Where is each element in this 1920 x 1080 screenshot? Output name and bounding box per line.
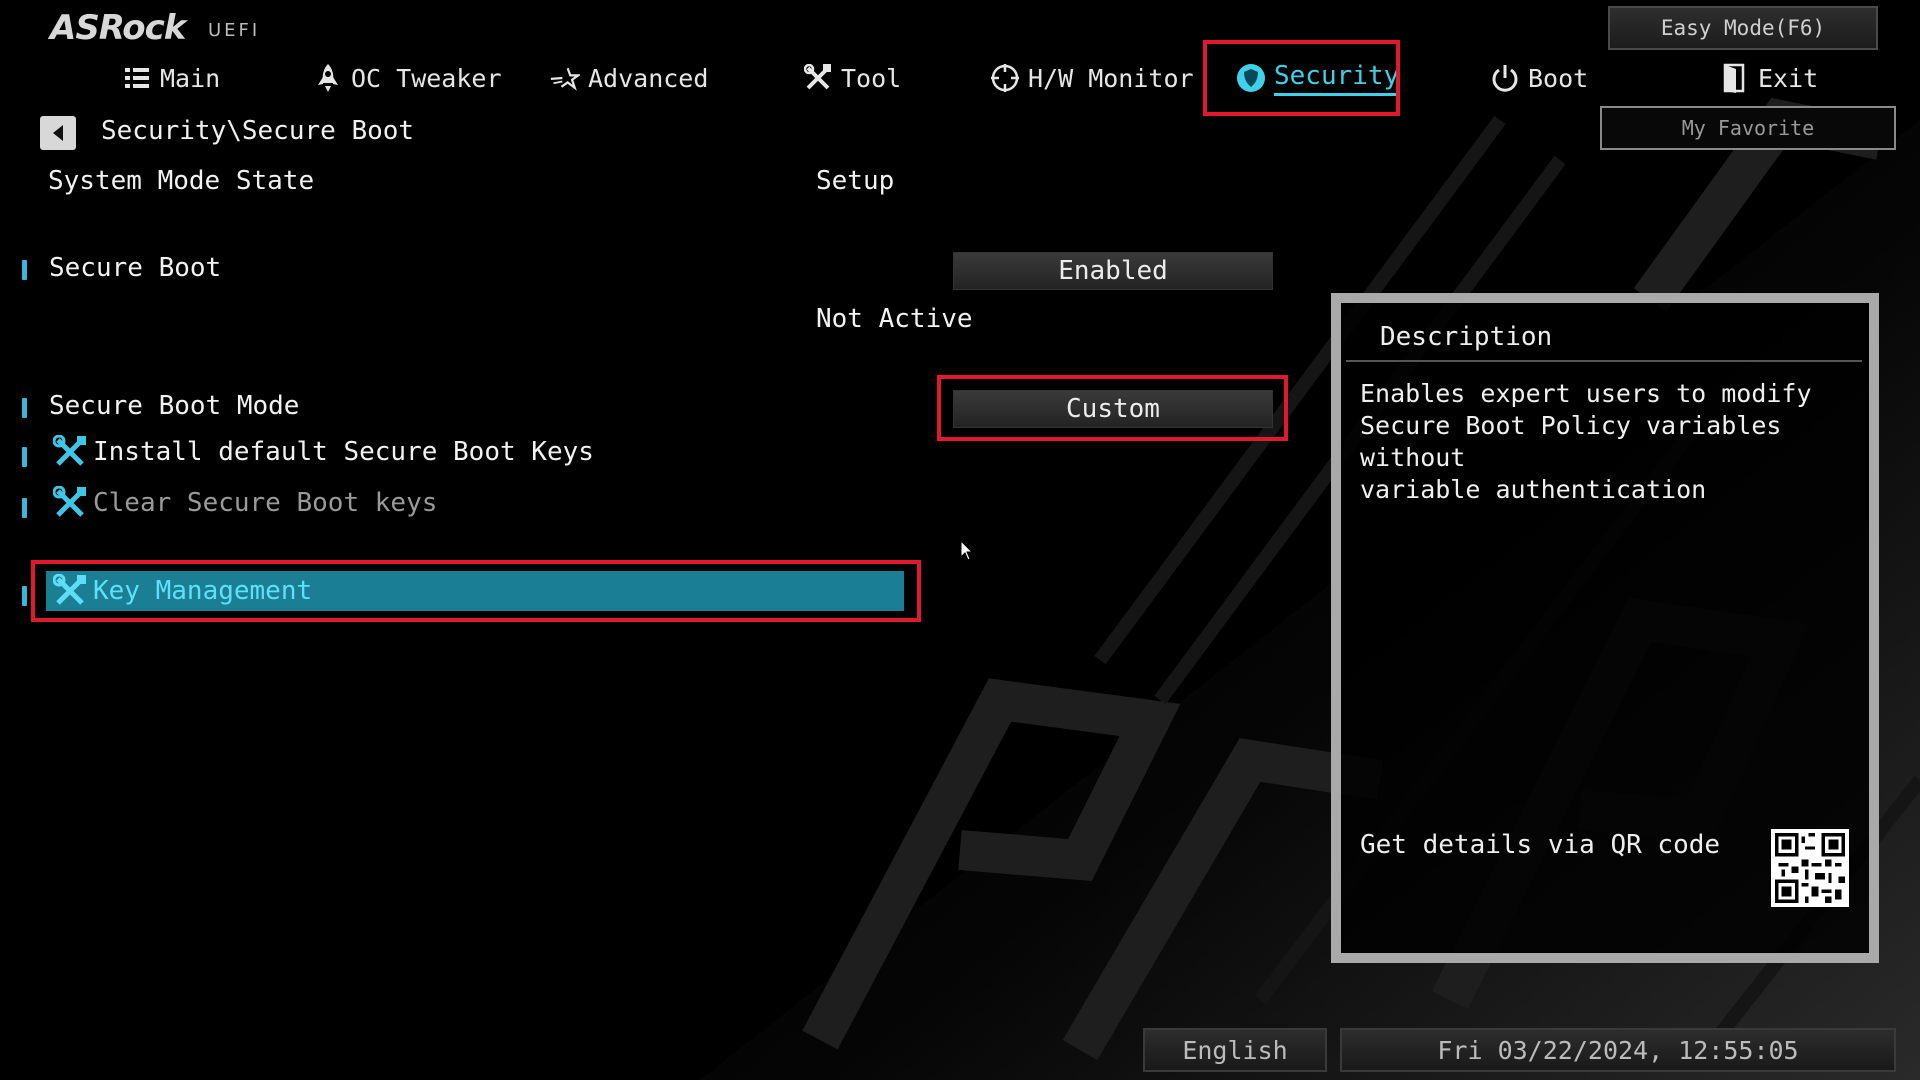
tools-icon	[803, 63, 833, 93]
secure-boot-label: Secure Boot	[49, 253, 222, 283]
exit-icon	[1720, 63, 1750, 93]
crosshair-icon	[990, 63, 1020, 93]
item-marker	[22, 498, 27, 518]
tab-label: Main	[160, 63, 221, 93]
tab-label: Advanced	[588, 63, 709, 93]
tab-boot[interactable]: Boot	[1490, 56, 1588, 100]
item-marker	[22, 586, 27, 606]
tab-hw-monitor[interactable]: H/W Monitor	[990, 56, 1194, 100]
wrench-icon	[53, 486, 87, 520]
tab-exit[interactable]: Exit	[1720, 56, 1818, 100]
power-icon	[1490, 63, 1520, 93]
install-default-keys-label: Install default Secure Boot Keys	[93, 437, 594, 467]
annotation-box-key-management	[31, 560, 921, 622]
tab-label: Tool	[841, 63, 902, 93]
description-divider	[1346, 360, 1862, 362]
description-title: Description	[1380, 322, 1553, 352]
description-text: Enables expert users to modify Secure Bo…	[1360, 379, 1812, 504]
item-marker	[22, 447, 27, 467]
tab-tool[interactable]: Tool	[803, 56, 901, 100]
tab-label: Exit	[1758, 63, 1819, 93]
tab-main[interactable]: Main	[122, 56, 220, 100]
easy-mode-button[interactable]: Easy Mode(F6)	[1608, 6, 1878, 50]
system-mode-state-value: Setup	[816, 166, 895, 196]
back-arrow-icon	[53, 125, 63, 141]
clear-keys-item[interactable]: Clear Secure Boot keys	[53, 486, 437, 520]
mouse-cursor-icon	[960, 540, 974, 561]
tab-label: H/W Monitor	[1028, 63, 1194, 93]
rocket-icon	[313, 63, 343, 93]
breadcrumb: Security\Secure Boot	[101, 116, 415, 146]
install-default-keys-item[interactable]: Install default Secure Boot Keys	[53, 435, 594, 469]
clear-keys-label: Clear Secure Boot keys	[93, 488, 438, 518]
list-icon	[122, 63, 152, 93]
item-marker	[22, 398, 27, 418]
my-favorite-button[interactable]: My Favorite	[1600, 106, 1896, 150]
brand-logo: ASRock	[50, 8, 186, 48]
brand-suffix: UEFI	[208, 20, 261, 41]
annotation-box-secure-boot-mode	[937, 375, 1288, 441]
language-button[interactable]: English	[1143, 1028, 1327, 1072]
qr-code-label: Get details via QR code	[1360, 830, 1721, 860]
secure-boot-status: Not Active	[816, 304, 973, 334]
tab-label: Boot	[1528, 63, 1589, 93]
system-mode-state-label: System Mode State	[48, 166, 315, 196]
secure-boot-dropdown[interactable]: Enabled	[953, 252, 1273, 290]
star-icon	[550, 63, 580, 93]
wrench-icon	[53, 435, 87, 469]
tab-advanced[interactable]: Advanced	[550, 56, 708, 100]
datetime-display: Fri 03/22/2024, 12:55:05	[1340, 1028, 1896, 1072]
secure-boot-mode-label: Secure Boot Mode	[49, 391, 300, 421]
qr-code[interactable]	[1771, 829, 1849, 907]
back-button[interactable]	[40, 116, 76, 150]
item-marker	[22, 260, 27, 280]
tab-label: OC Tweaker	[351, 63, 502, 93]
annotation-box-security-tab	[1203, 40, 1400, 116]
tab-oc-tweaker[interactable]: OC Tweaker	[313, 56, 502, 100]
